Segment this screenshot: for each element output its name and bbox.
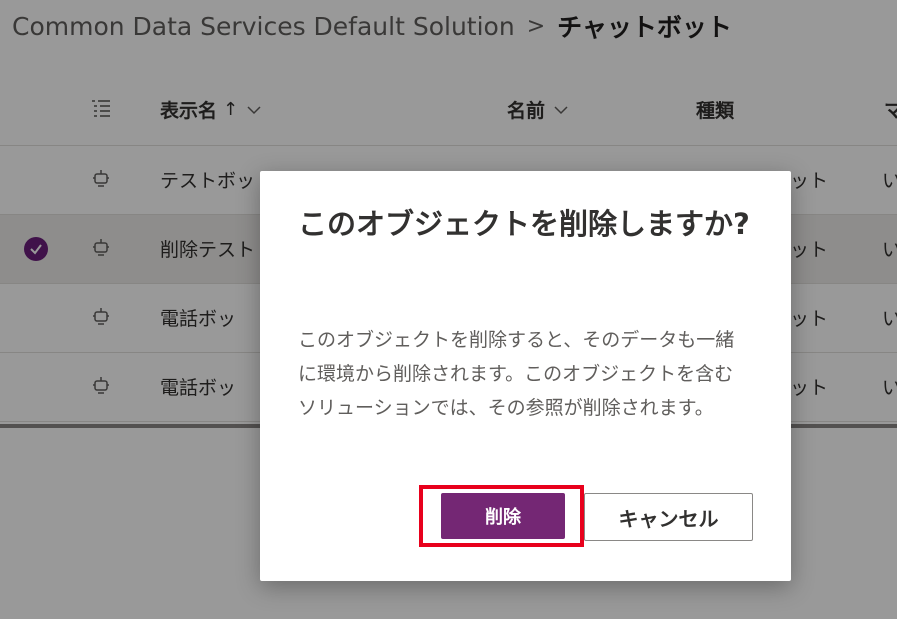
dialog-title: このオブジェクトを削除しますか? — [298, 207, 750, 241]
cancel-button[interactable]: キャンセル — [584, 493, 753, 541]
dialog-body: このオブジェクトを削除すると、そのデータも一緒に環境から削除されます。このオブジ… — [298, 329, 735, 419]
delete-button[interactable]: 削除 — [441, 493, 565, 539]
